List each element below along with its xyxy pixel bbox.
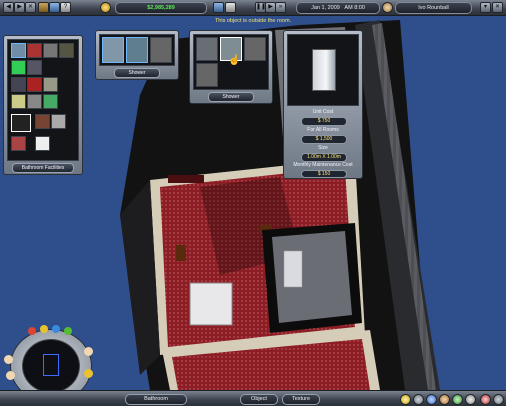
guest-face-icon[interactable] [84, 347, 93, 356]
lamp-category-icon[interactable] [43, 77, 58, 92]
people-icon[interactable] [426, 394, 437, 405]
date-value: Jan 1, 2009 [311, 5, 340, 11]
date-time-display: Jan 1, 2009 AM 8:00 [296, 2, 380, 14]
variant-3[interactable] [244, 37, 266, 61]
bulb-icon[interactable] [400, 394, 411, 405]
plant-category-icon[interactable] [11, 60, 26, 75]
info-icon[interactable] [413, 394, 424, 405]
shower-model-3[interactable] [150, 37, 172, 63]
light-category-icon[interactable] [11, 94, 26, 109]
object-button[interactable]: Object [240, 394, 278, 405]
sink-category-icon[interactable] [59, 43, 74, 58]
cursor-hand-icon: ☝ [228, 55, 241, 66]
object-list [99, 34, 175, 66]
unit-cost-value: $ 750 [301, 117, 347, 126]
unit-cost-label: Unit Cost [312, 109, 334, 115]
minimize-icon[interactable]: ▾ [480, 2, 491, 13]
size-label: Size [318, 145, 328, 151]
character-icon[interactable] [382, 2, 393, 13]
forward-arrow-icon[interactable]: ▶ [14, 2, 25, 13]
object-caption: Shower [114, 68, 160, 78]
time-value: AM 8:00 [344, 5, 365, 11]
close-icon[interactable]: ✕ [25, 2, 36, 13]
bidet-category-icon[interactable] [35, 136, 50, 151]
player-name: Ivo Rounball [418, 5, 449, 11]
top-bar: ◀ ▶ ✕ ? $2,985,289 ❚❚ ▶ » Jan 1, 2009 AM… [0, 0, 506, 16]
shelf-category-icon[interactable] [35, 114, 50, 129]
category-grid [7, 39, 79, 161]
help-icon[interactable]: ? [60, 2, 71, 13]
zoom-in-icon[interactable] [40, 325, 48, 333]
zoom-out-icon[interactable] [52, 325, 60, 333]
bathtub [283, 250, 303, 288]
graph-icon[interactable] [225, 2, 236, 13]
window-close-icon[interactable]: ✕ [492, 2, 503, 13]
save-icon[interactable] [49, 2, 60, 13]
coin-icon [100, 2, 111, 13]
money-display: $2,985,289 [115, 2, 207, 14]
fast-forward-icon[interactable]: » [275, 2, 286, 13]
variant-caption: Shower [208, 92, 254, 102]
folder-icon[interactable] [38, 2, 49, 13]
rug-category-icon[interactable] [11, 136, 26, 151]
shower-category-icon[interactable] [43, 43, 58, 58]
chart-icon[interactable] [213, 2, 224, 13]
shower-preview-icon [312, 49, 336, 91]
cabinet [176, 245, 186, 261]
menu-icon[interactable] [493, 394, 504, 405]
variant-panel: ☝ Shower [189, 30, 273, 104]
back-arrow-icon[interactable]: ◀ [3, 2, 14, 13]
cabinet-category-icon[interactable] [11, 77, 26, 92]
rotate-left-icon[interactable] [28, 327, 36, 335]
bottom-bar: Bathroom Object Texture [0, 390, 506, 406]
info-panel: Unit Cost $ 750 For All Rooms $ 1,500 Si… [283, 30, 363, 179]
shower-model-1[interactable] [102, 37, 124, 63]
all-rooms-value: $ 1,500 [301, 135, 347, 144]
toilet-category-icon[interactable] [51, 114, 66, 129]
variant-list: ☝ [193, 34, 269, 90]
bed [189, 282, 233, 326]
room-label: Bathroom [125, 394, 187, 405]
graph-report-icon[interactable] [452, 394, 463, 405]
staff-face-icon[interactable] [4, 355, 13, 364]
person-icon[interactable] [439, 394, 450, 405]
category-panel: Bathroom Facilities [3, 35, 83, 175]
variant-1[interactable] [196, 37, 218, 61]
all-rooms-label: For All Rooms [307, 127, 339, 133]
warning-icon[interactable] [480, 394, 491, 405]
money-value: $2,985,289 [147, 5, 175, 11]
frame-category-icon[interactable] [11, 114, 31, 132]
tub-category-icon[interactable] [27, 43, 42, 58]
towel-category-icon[interactable] [27, 77, 42, 92]
settings-icon[interactable] [84, 369, 93, 378]
mirror-category-icon[interactable] [27, 60, 42, 75]
texture-button[interactable]: Texture [282, 394, 320, 405]
maintenance-value: $ 150 [301, 170, 347, 178]
object-panel: Shower [95, 30, 179, 80]
minimap-room-marker [43, 354, 59, 376]
status-message: This object is outside the room. [214, 18, 292, 24]
shower-model-2[interactable] [126, 37, 148, 63]
decor-category-icon[interactable] [43, 94, 58, 109]
player-name-display: Ivo Rounball [395, 2, 472, 14]
variant-4[interactable] [196, 63, 218, 87]
mail-icon[interactable] [465, 394, 476, 405]
minimap[interactable] [22, 339, 80, 393]
maintenance-label: Monthly Maintenance Cost [293, 162, 353, 168]
bathtub-category-icon[interactable] [11, 43, 26, 58]
rotate-right-icon[interactable] [64, 327, 72, 335]
sofa [168, 175, 204, 183]
size-value: 1.00m X 1.00m [301, 153, 347, 162]
object-preview [287, 34, 359, 106]
category-caption: Bathroom Facilities [12, 163, 74, 173]
visitor-face-icon[interactable] [6, 371, 15, 380]
basin-category-icon[interactable] [27, 94, 42, 109]
